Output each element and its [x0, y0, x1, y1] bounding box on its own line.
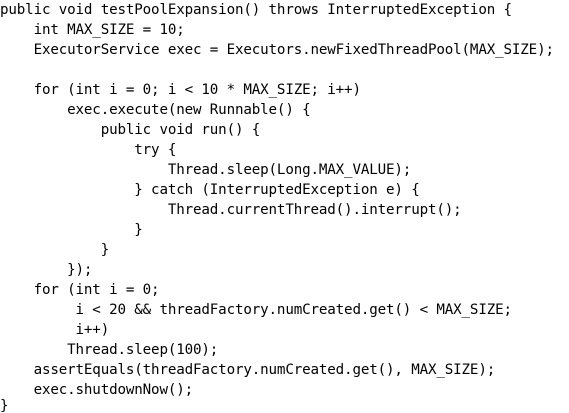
code-line: });: [0, 262, 93, 278]
code-line: } catch (InterruptedException e) {: [0, 182, 420, 198]
code-line: Thread.sleep(Long.MAX_VALUE);: [0, 162, 412, 178]
code-line: exec.execute(new Runnable() {: [0, 102, 311, 118]
code-listing: public void testPoolExpansion() throws I…: [0, 0, 569, 413]
code-line: }: [0, 242, 110, 258]
code-line: try {: [0, 142, 177, 158]
code-line: Thread.sleep(100);: [0, 342, 219, 358]
code-line: i < 20 && threadFactory.numCreated.get()…: [0, 302, 513, 318]
code-line: ExecutorService exec = Executors.newFixe…: [0, 42, 554, 58]
code-line: }: [0, 398, 9, 413]
code-line: exec.shutdownNow();: [0, 382, 194, 398]
code-line: public void run() {: [0, 122, 261, 138]
code-line: for (int i = 0;: [0, 282, 160, 298]
code-line: for (int i = 0; i < 10 * MAX_SIZE; i++): [0, 82, 361, 98]
code-line: Thread.currentThread().interrupt();: [0, 202, 462, 218]
code-line: i++): [0, 322, 110, 338]
code-line: public void testPoolExpansion() throws I…: [0, 2, 512, 18]
code-line: int MAX_SIZE = 10;: [0, 22, 185, 38]
code-line: assertEquals(threadFactory.numCreated.ge…: [0, 362, 496, 378]
code-line: }: [0, 222, 143, 238]
